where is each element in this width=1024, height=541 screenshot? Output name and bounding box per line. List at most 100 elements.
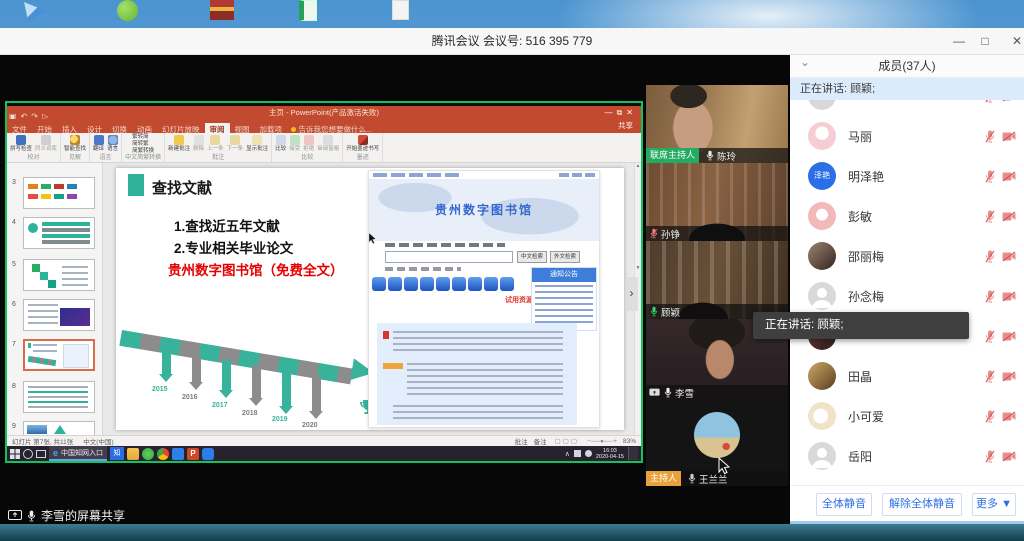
mic-muted-icon[interactable] [985,210,995,223]
ppt-share-button[interactable]: 共享 [618,119,633,133]
desktop-icon-doc[interactable] [392,0,409,20]
desktop-icon-sheet[interactable] [299,0,317,21]
member-row[interactable]: 孙念梅 [790,276,1024,316]
camera-muted-icon[interactable] [1002,251,1016,262]
slide-thumb-3[interactable] [23,177,95,209]
camera-muted-icon[interactable] [1002,100,1016,102]
blue-app-icon[interactable] [172,448,184,460]
slide-thumb-4[interactable] [23,217,95,249]
previous-comment-button[interactable]: 上一条 [207,134,224,152]
slide-thumb-6[interactable] [23,299,95,331]
camera-muted-icon[interactable] [1002,291,1016,302]
desktop-icon-winrar[interactable] [210,0,234,20]
notes-toggle[interactable]: 备注 [534,436,547,446]
delete-comment-button[interactable]: 删除 [193,134,204,152]
review-pane-button[interactable]: 审阅窗格 [317,134,339,152]
resource-icon[interactable] [436,277,450,291]
en-search-button[interactable]: 外文检索 [550,251,580,263]
mic-muted-icon[interactable] [985,170,995,183]
smart-lookup-button[interactable]: 智能查找 [64,134,86,152]
resource-icon[interactable] [372,277,386,291]
video-tile-chenling[interactable]: 联席主持人 陈玲 [646,85,788,163]
unmute-all-button[interactable]: 解除全体静音 [882,493,962,516]
edge-task-button[interactable]: e 中国知网入口 [49,446,107,461]
minimize-button[interactable]: — [946,28,972,54]
notification-center-icon[interactable] [628,447,638,460]
close-button[interactable]: ✕ [1004,28,1024,54]
file-explorer-icon[interactable] [127,448,139,460]
resource-icon[interactable] [468,277,482,291]
slide-thumb-5[interactable] [23,259,95,291]
video-tile-host[interactable]: 主持人 王兰兰 [646,400,788,486]
slide-thumb-8[interactable] [23,381,95,413]
mic-muted-icon[interactable] [985,290,995,303]
view-buttons[interactable]: ▢▢▢ [555,437,579,445]
reject-button[interactable]: 拒绝 [303,134,314,152]
mic-muted-icon[interactable] [985,100,995,103]
webpage-search-input[interactable] [385,251,513,263]
maximize-button[interactable]: □ [972,28,998,54]
camera-muted-icon[interactable] [1002,331,1016,342]
desktop-icon-media[interactable] [24,2,46,22]
more-button[interactable]: 更多 ▼ [972,493,1016,516]
powerpoint-task-icon[interactable]: P [187,448,199,460]
next-comment-button[interactable]: 下一条 [227,134,244,152]
new-comment-button[interactable]: 新建批注 [168,134,190,152]
member-row[interactable]: 田晶 [790,356,1024,396]
system-tray[interactable]: ∧ 16:03 2020-04-15 [565,447,638,460]
video-tile-sunzheng[interactable]: 孙铮 [646,163,788,241]
member-row[interactable]: 小可爱 [790,396,1024,436]
cn-search-button[interactable]: 中文检索 [517,251,547,263]
slide-thumb-7-current[interactable] [23,339,95,371]
member-row[interactable]: 彭敏 [790,196,1024,236]
simp-to-trad-button[interactable]: 简转繁 [132,141,154,147]
resource-icon[interactable] [484,277,498,291]
resource-icon[interactable] [500,277,514,291]
camera-muted-icon[interactable] [1002,371,1016,382]
comments-toggle[interactable]: 批注 [515,436,528,446]
trad-to-simp-button[interactable]: 繁转简 [132,134,154,140]
accept-button[interactable]: 接受 [289,134,300,152]
member-row[interactable]: 岳阳 [790,436,1024,476]
mic-muted-icon[interactable] [985,450,995,463]
trial-resources-link[interactable]: 试用资源 [505,295,533,305]
language-button[interactable]: 语言 [107,134,118,152]
camera-muted-icon[interactable] [1002,131,1016,142]
cnki-task-badge[interactable]: 知 [110,447,124,460]
mic-muted-icon[interactable] [985,370,995,383]
camera-muted-icon[interactable] [1002,411,1016,422]
mic-muted-icon[interactable] [985,330,995,343]
camera-muted-icon[interactable] [1002,211,1016,222]
compare-button[interactable]: 比较 [275,134,286,152]
mic-muted-icon[interactable] [985,250,995,263]
start-button-icon[interactable] [10,449,20,459]
mic-muted-icon[interactable] [985,410,995,423]
resource-icon[interactable] [452,277,466,291]
resource-icon[interactable] [388,277,402,291]
spellcheck-button[interactable]: 拼写检查 [10,134,32,152]
camera-muted-icon[interactable] [1002,171,1016,182]
resource-icon[interactable] [420,277,434,291]
slide-thumb-9[interactable] [23,421,95,435]
meeting-app-icon[interactable] [202,448,214,460]
chevron-down-icon[interactable]: ⌄ [800,55,810,69]
start-inking-button[interactable]: 开始墨迹书写 [346,134,379,152]
cortana-search-icon[interactable] [23,449,33,459]
camera-muted-icon[interactable] [1002,451,1016,462]
resource-icon[interactable] [404,277,418,291]
green-app-icon[interactable] [142,448,154,460]
tray-chevron-icon[interactable]: ∧ [565,450,570,458]
show-comments-button[interactable]: 显示批注 [246,134,268,152]
member-row[interactable]: 泽艳 明泽艳 [790,156,1024,196]
member-row-partial[interactable] [790,100,1024,116]
member-row[interactable]: 邵丽梅 [790,236,1024,276]
zoom-slider[interactable]: −──●──+ [587,438,617,445]
member-row[interactable]: 马丽 [790,116,1024,156]
desktop-icon-smiley[interactable] [117,0,138,21]
thesaurus-button[interactable]: 同义词库 [35,134,57,152]
chrome-icon[interactable] [157,448,169,460]
translate-button[interactable]: 翻译 [93,134,104,152]
video-tile-guying[interactable]: 顾颖 [646,241,788,319]
mic-muted-icon[interactable] [985,130,995,143]
mute-all-button[interactable]: 全体静音 [816,493,872,516]
